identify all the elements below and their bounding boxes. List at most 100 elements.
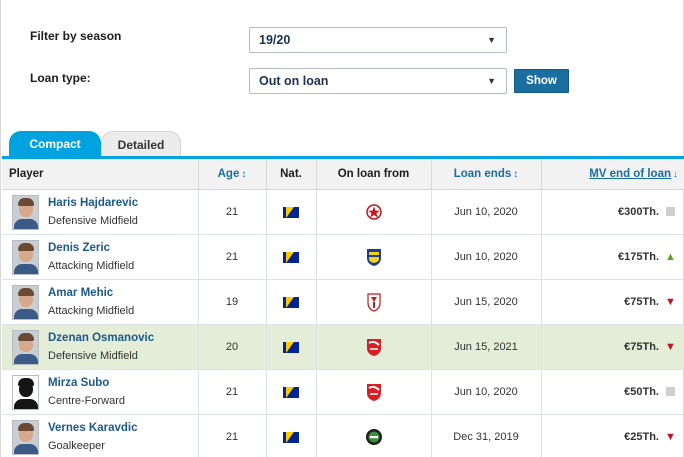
trend-down-icon: ▼ xyxy=(665,431,676,443)
loan-ends-cell: Jun 10, 2020 xyxy=(430,369,541,415)
player-photo[interactable] xyxy=(12,240,39,275)
player-position: Defensive Midfield xyxy=(48,350,138,362)
market-value[interactable]: €50Th. xyxy=(624,386,659,398)
loan-ends-cell: Jun 15, 2020 xyxy=(430,279,541,325)
flag-bosnia-icon[interactable] xyxy=(283,431,299,443)
on-loan-from-cell xyxy=(315,414,431,457)
red-shield-crest-icon[interactable] xyxy=(365,339,383,356)
table-row: Dzenan Osmanovic Defensive Midfield 20 Jun … xyxy=(2,324,684,370)
player-position: Attacking Midfield xyxy=(48,305,135,317)
trend-up-icon: ▲ xyxy=(665,251,676,263)
on-loan-from-cell xyxy=(315,369,431,415)
red-star-crest-icon[interactable] xyxy=(365,204,383,220)
loan-type-select[interactable]: Out on loan ▼ xyxy=(249,68,507,94)
nationality-cell xyxy=(265,279,316,325)
trend-neutral-icon xyxy=(665,206,676,218)
player-photo[interactable] xyxy=(12,330,39,365)
market-value-cell: €75Th. ▼ xyxy=(540,324,684,370)
market-value[interactable]: €175Th. xyxy=(618,251,659,263)
market-value[interactable]: €75Th. xyxy=(624,341,659,353)
player-name-link[interactable]: Denis Zeric xyxy=(48,242,110,254)
loan-ends-cell: Dec 31, 2019 xyxy=(430,414,541,457)
market-value[interactable]: €25Th. xyxy=(624,431,659,443)
age-cell: 21 xyxy=(197,414,266,457)
trend-down-icon: ▼ xyxy=(665,341,676,353)
player-cell: Haris Hajdarevic Defensive Midfield xyxy=(2,189,198,235)
market-value-cell: €300Th. xyxy=(540,189,684,235)
on-loan-from-cell xyxy=(315,324,431,370)
age-cell: 21 xyxy=(197,369,266,415)
on-loan-from-cell xyxy=(315,189,431,235)
sort-down-icon: ↓ xyxy=(673,169,678,180)
market-value-cell: €175Th. ▲ xyxy=(540,234,684,280)
age-cell: 21 xyxy=(197,189,266,235)
flag-bosnia-icon[interactable] xyxy=(283,296,299,308)
player-position: Attacking Midfield xyxy=(48,260,135,272)
green-black-crest-icon[interactable] xyxy=(365,429,383,445)
player-name-link[interactable]: Dzenan Osmanovic xyxy=(48,332,154,344)
trend-neutral-icon xyxy=(665,386,676,398)
player-photo[interactable] xyxy=(12,195,39,230)
player-photo[interactable] xyxy=(12,375,39,410)
tab-detailed[interactable]: Detailed xyxy=(101,131,181,157)
loan-ends-cell: Jun 15, 2021 xyxy=(430,324,541,370)
flag-bosnia-icon[interactable] xyxy=(283,341,299,353)
header-mv-end-of-loan[interactable]: MV end of loan ↓ xyxy=(540,156,684,190)
player-cell: Vernes Karavdic Goalkeeper xyxy=(2,414,198,457)
nationality-cell xyxy=(265,414,316,457)
header-age[interactable]: Age ↕ xyxy=(197,156,266,190)
header-nationality: Nat. xyxy=(265,156,316,190)
player-name-link[interactable]: Mirza Subo xyxy=(48,377,109,389)
table-header-row: Player Age ↕ Nat. On loan from Loan ends ↕… xyxy=(2,156,684,190)
player-photo[interactable] xyxy=(12,285,39,320)
loan-type-select-value: Out on loan xyxy=(259,74,329,88)
market-value-cell: €25Th. ▼ xyxy=(540,414,684,457)
player-cell: Mirza Subo Centre-Forward xyxy=(2,369,198,415)
player-position: Defensive Midfield xyxy=(48,215,138,227)
table-row: Haris Hajdarevic Defensive Midfield 21 Jun … xyxy=(2,189,684,235)
nationality-cell xyxy=(265,189,316,235)
on-loan-from-cell xyxy=(315,234,431,280)
player-position: Centre-Forward xyxy=(48,395,126,407)
flag-bosnia-icon[interactable] xyxy=(283,386,299,398)
trend-down-icon: ▼ xyxy=(665,296,676,308)
on-loan-from-cell xyxy=(315,279,431,325)
tab-compact[interactable]: Compact xyxy=(9,131,109,157)
player-name-link[interactable]: Haris Hajdarevic xyxy=(48,197,138,209)
table-row: Amar Mehic Attacking Midfield 19 Jun 15, 20… xyxy=(2,279,684,325)
nationality-cell xyxy=(265,324,316,370)
nationality-cell xyxy=(265,234,316,280)
market-value-cell: €50Th. xyxy=(540,369,684,415)
chevron-down-icon: ▼ xyxy=(487,76,496,86)
player-name-link[interactable]: Vernes Karavdic xyxy=(48,422,138,434)
blue-yellow-crest-icon[interactable] xyxy=(365,249,383,266)
market-value[interactable]: €75Th. xyxy=(624,296,659,308)
flag-bosnia-icon[interactable] xyxy=(283,206,299,218)
show-button[interactable]: Show xyxy=(514,69,569,93)
header-player: Player xyxy=(2,156,198,190)
sort-icon: ↕ xyxy=(241,169,247,180)
loan-players-page: Filter by season 19/20 ▼ Loan type: Out … xyxy=(0,0,684,457)
sort-icon: ↕ xyxy=(513,169,519,180)
player-photo[interactable] xyxy=(12,420,39,455)
season-select[interactable]: 19/20 ▼ xyxy=(249,27,507,53)
table-row: Mirza Subo Centre-Forward 21 Jun 10, 2020 €5… xyxy=(2,369,684,415)
table-row: Denis Zeric Attacking Midfield 21 Jun 10, 2… xyxy=(2,234,684,280)
red-white-shield-crest-icon[interactable] xyxy=(365,293,383,312)
header-on-loan-from: On loan from xyxy=(315,156,431,190)
market-value[interactable]: €300Th. xyxy=(618,206,659,218)
loan-players-table: Player Age ↕ Nat. On loan from Loan ends ↕… xyxy=(2,156,684,457)
player-name-link[interactable]: Amar Mehic xyxy=(48,287,113,299)
player-cell: Dzenan Osmanovic Defensive Midfield xyxy=(2,324,198,370)
header-loan-ends[interactable]: Loan ends ↕ xyxy=(430,156,541,190)
season-filter-label: Filter by season xyxy=(30,29,122,43)
chevron-down-icon: ▼ xyxy=(487,35,496,45)
red-shield-crest-icon[interactable] xyxy=(365,384,383,401)
age-cell: 20 xyxy=(197,324,266,370)
loan-ends-cell: Jun 10, 2020 xyxy=(430,234,541,280)
table-row: Vernes Karavdic Goalkeeper 21 Dec 31, 2019 €… xyxy=(2,414,684,457)
player-cell: Denis Zeric Attacking Midfield xyxy=(2,234,198,280)
market-value-cell: €75Th. ▼ xyxy=(540,279,684,325)
flag-bosnia-icon[interactable] xyxy=(283,251,299,263)
loan-ends-cell: Jun 10, 2020 xyxy=(430,189,541,235)
